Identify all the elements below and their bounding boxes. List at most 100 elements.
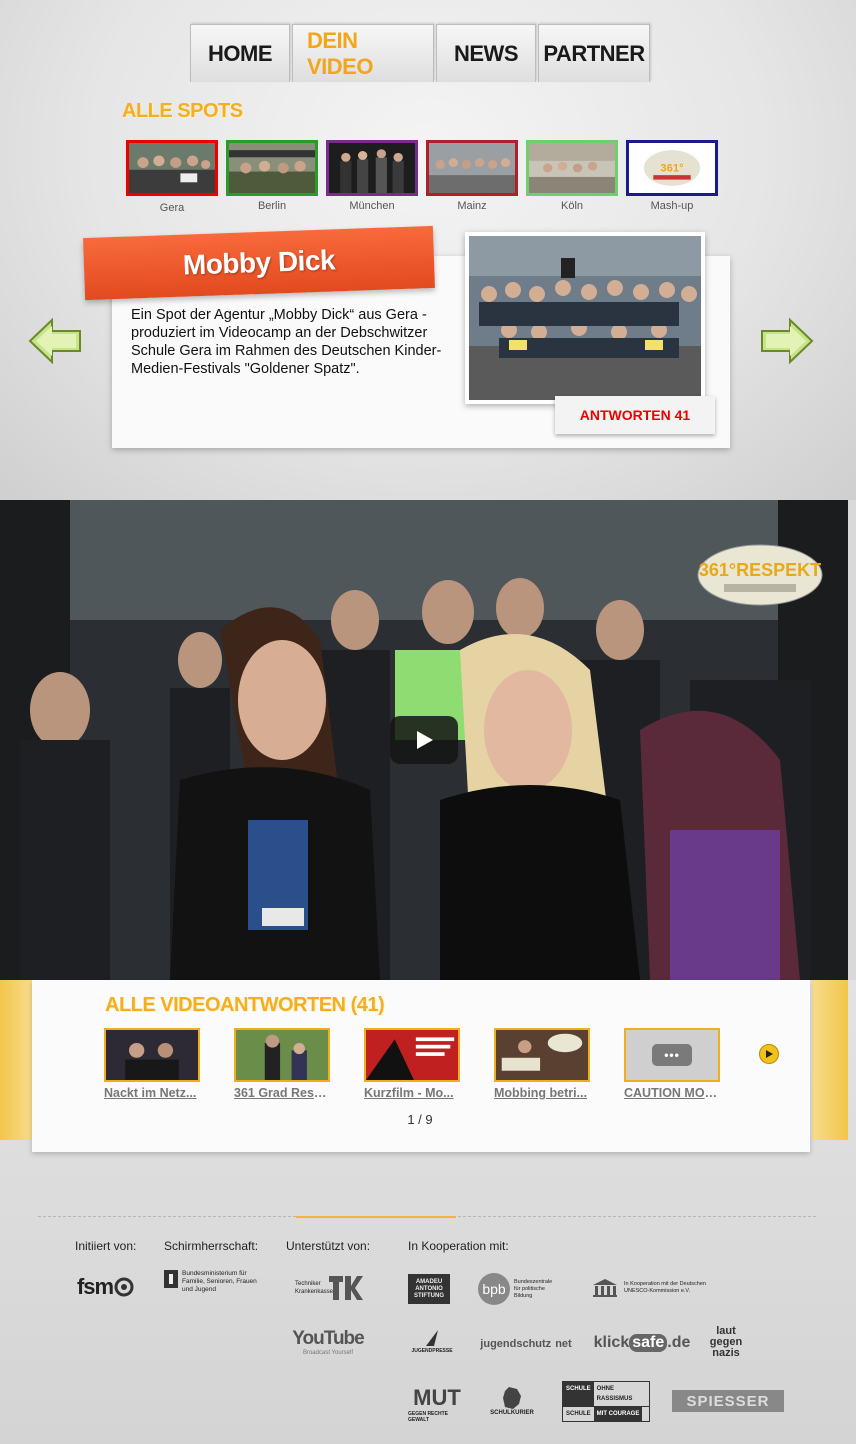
video-responses-heading: ALLE VIDEOANTWORTEN (41) <box>105 994 385 1017</box>
jugendpresse-mark-icon <box>426 1330 438 1346</box>
jugendschutz-logo-text: jugendschutz <box>480 1338 552 1350</box>
bmfsfj-logo[interactable]: Bundesministerium für Familie, Senioren,… <box>164 1270 268 1310</box>
spot-title-ribbon: Mobby Dick <box>83 225 435 301</box>
spot-label: Mainz <box>457 200 487 212</box>
spot-label: Gera <box>159 202 185 214</box>
label-kooperation: In Kooperation mit: <box>408 1239 509 1253</box>
federal-eagle-icon <box>164 1270 178 1288</box>
fsm-swirl-icon <box>114 1277 134 1297</box>
klicksafe-logo[interactable]: klick safe .de <box>594 1330 690 1356</box>
response-thumbnail[interactable]: ••• <box>624 1028 720 1082</box>
spot-description: Ein Spot der Agentur „Mobby Dick“ aus Ge… <box>131 307 442 377</box>
spot-mainz[interactable]: Mainz <box>426 140 518 214</box>
response-thumbnail[interactable] <box>234 1028 330 1082</box>
video-responses-heading-text: ALLE VIDEOANTWORTEN <box>105 994 346 1016</box>
laut-gegen-nazis-logo[interactable]: laut gegen nazis <box>708 1324 744 1360</box>
jugendschutz-logo[interactable]: jugendschutz net <box>480 1334 572 1354</box>
klicksafe-logo-part-b: safe <box>629 1334 668 1352</box>
svg-text:361°: 361° <box>660 163 683 175</box>
spot-label: München <box>349 200 395 212</box>
sor-row-2: SCHULE MIT COURAGE <box>562 1406 650 1422</box>
schulkurier-logo[interactable]: SCHULKURIER <box>484 1382 540 1420</box>
germany-map-icon <box>503 1387 521 1409</box>
spot-muenchen[interactable]: München <box>326 140 418 214</box>
response-title-link[interactable]: Mobbing betri... <box>494 1086 590 1100</box>
fsm-logo-text: fsm <box>76 1274 114 1299</box>
video-responses-count: (41) <box>350 994 385 1016</box>
response-title-link[interactable]: CAUTION MOB... <box>624 1086 720 1100</box>
spot-photo <box>465 232 705 404</box>
tk-logo-text: Techniker Krankenkasse <box>295 1281 334 1295</box>
video-responses-list: Nackt im Netz... 361 Grad Resp... Kurzfi… <box>104 1028 720 1100</box>
tab-partner[interactable]: PARTNER <box>538 24 650 82</box>
main-nav: HOME DEIN VIDEO NEWS PARTNER <box>190 24 650 82</box>
bpb-logo[interactable]: bpb Bundeszentrale für politische Bildun… <box>478 1272 558 1306</box>
sor-text-4: MIT COURAGE <box>593 1406 643 1421</box>
spot-gera[interactable]: Gera <box>126 140 218 214</box>
tk-mark-icon <box>329 1276 363 1300</box>
klicksafe-logo-part-a: klick <box>593 1334 630 1351</box>
spot-mashup[interactable]: 361° Mash-up <box>626 140 718 214</box>
unesco-logo-text: In Kooperation mit der Deutschen UNESCO-… <box>624 1281 706 1294</box>
spot-thumbnail[interactable] <box>426 140 518 196</box>
respekt-logo-watermark: 361°RESPEKT <box>697 544 823 606</box>
spot-label: Mash-up <box>650 200 694 212</box>
spot-thumbnail[interactable] <box>326 140 418 196</box>
response-title-link[interactable]: Kurzfilm - Mo... <box>364 1086 460 1100</box>
next-page-button[interactable] <box>759 1044 779 1064</box>
bmfsfj-logo-text: Bundesministerium für Familie, Senioren,… <box>182 1270 257 1293</box>
response-item[interactable]: Kurzfilm - Mo... <box>364 1028 460 1100</box>
response-item[interactable]: Mobbing betri... <box>494 1028 590 1100</box>
video-player[interactable]: 361°RESPEKT <box>0 500 848 980</box>
mut-logo-subtext: GEGEN RECHTE GEWALT <box>408 1411 449 1423</box>
play-icon <box>766 1050 773 1058</box>
response-thumbnail[interactable] <box>364 1028 460 1082</box>
svg-text:361°RESPEKT: 361°RESPEKT <box>699 560 821 580</box>
tab-dein-video[interactable]: DEIN VIDEO <box>292 24 434 82</box>
bpb-logo-subtext: Bundeszentrale für politische Bildung <box>514 1278 553 1299</box>
label-schirmherrschaft: Schirmherrschaft: <box>164 1239 259 1253</box>
jugendschutz-logo-net: net <box>555 1338 572 1350</box>
spot-thumbnail[interactable] <box>126 140 218 196</box>
bpb-logo-text: bpb <box>478 1273 510 1305</box>
response-thumbnail[interactable] <box>494 1028 590 1082</box>
amadeu-antonio-logo-text: AMADEU ANTONIO STIFTUNG <box>414 1278 444 1299</box>
spot-thumbnail[interactable] <box>526 140 618 196</box>
play-button[interactable] <box>390 716 458 764</box>
response-title-link[interactable]: Nackt im Netz... <box>104 1086 200 1100</box>
spot-label: Köln <box>560 200 584 212</box>
unesco-logo[interactable]: In Kooperation mit der Deutschen UNESCO-… <box>592 1268 720 1308</box>
spot-label: Berlin <box>257 200 287 212</box>
spot-berlin[interactable]: Berlin <box>226 140 318 214</box>
play-icon <box>417 731 433 749</box>
more-icon: ••• <box>652 1044 692 1066</box>
schule-ohne-rassismus-logo[interactable]: SCHULE OHNE RASSISMUS SCHULE MIT COURAGE <box>562 1380 650 1422</box>
schulkurier-logo-text: SCHULKURIER <box>490 1410 534 1416</box>
tab-home[interactable]: HOME <box>190 24 290 82</box>
response-thumbnail[interactable] <box>104 1028 200 1082</box>
amadeu-antonio-logo[interactable]: AMADEU ANTONIO STIFTUNG <box>408 1274 450 1304</box>
laut-gegen-nazis-logo-text: laut gegen nazis <box>709 1324 743 1359</box>
fsm-logo[interactable]: fsm <box>76 1268 136 1306</box>
tk-logo[interactable]: Techniker Krankenkasse <box>294 1270 364 1306</box>
next-arrow-icon[interactable] <box>758 312 816 370</box>
sor-text-3: SCHULE <box>566 1410 591 1417</box>
response-item[interactable]: Nackt im Netz... <box>104 1028 200 1100</box>
spot-thumbnail[interactable]: 361° <box>626 140 718 196</box>
answers-button[interactable]: ANTWORTEN 41 <box>555 396 715 434</box>
previous-arrow-icon[interactable] <box>26 312 84 370</box>
response-item[interactable]: 361 Grad Resp... <box>234 1028 330 1100</box>
spiesser-logo[interactable]: SPIESSER <box>672 1390 784 1412</box>
mut-logo[interactable]: MUT GEGEN RECHTE GEWALT <box>408 1385 466 1423</box>
spot-title: Mobby Dick <box>182 244 336 281</box>
response-item[interactable]: ••• CAUTION MOB... <box>624 1028 720 1100</box>
mut-logo-text: MUT <box>413 1385 461 1410</box>
response-title-link[interactable]: 361 Grad Resp... <box>234 1086 330 1100</box>
jugendpresse-logo[interactable]: JUGENDPRESSE <box>411 1324 453 1358</box>
pagination-text: 1 / 9 <box>407 1112 433 1127</box>
spot-thumbnail[interactable] <box>226 140 318 196</box>
tab-news[interactable]: NEWS <box>436 24 536 82</box>
youtube-logo[interactable]: YouTube Broadcast Yourself <box>292 1324 364 1360</box>
spot-koeln[interactable]: Köln <box>526 140 618 214</box>
sor-text-1: SCHULE <box>563 1381 594 1406</box>
